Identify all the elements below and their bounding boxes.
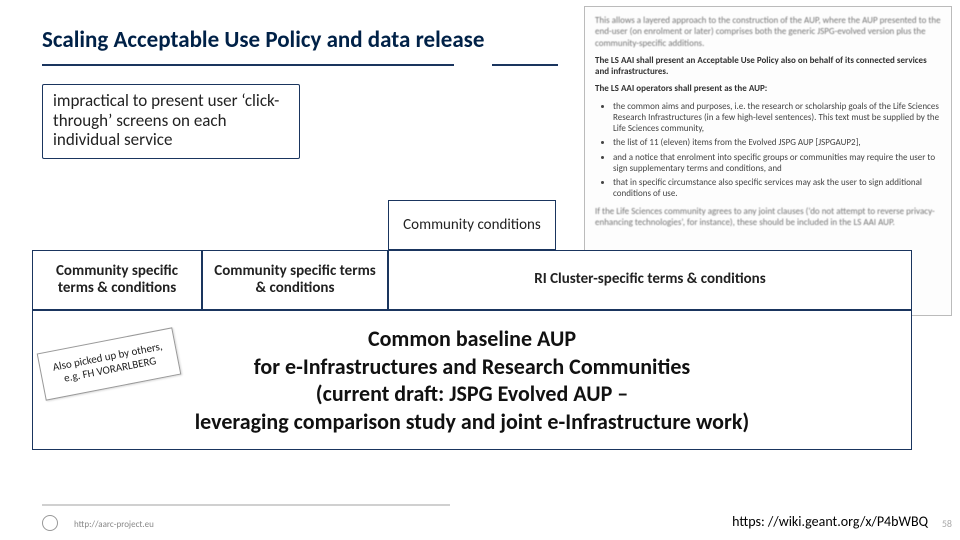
tier-community-conditions: Community conditions	[388, 200, 556, 250]
footer-wiki-link[interactable]: https: //wiki.geant.org/x/P4bWBQ	[732, 513, 928, 530]
footer-url[interactable]: http://aarc-project.eu	[74, 519, 154, 530]
slide: Scaling Acceptable Use Policy and data r…	[0, 0, 960, 540]
doc-bullet: the list of 11 (eleven) items from the E…	[613, 137, 941, 148]
doc-bullet: and a notice that enrolment into specifi…	[613, 152, 941, 175]
base-aup-text: Common baseline AUP for e-Infrastructure…	[195, 325, 749, 435]
title-underline-right	[492, 64, 558, 66]
tier-left: Community specific terms & conditions	[32, 250, 202, 310]
footer-divider	[42, 504, 450, 506]
tier-row: Community specific terms & conditions Co…	[32, 250, 912, 310]
doc-bullet: that in specific circumstance also speci…	[613, 177, 941, 200]
callout-box: impractical to present user ‘click-throu…	[42, 84, 300, 159]
doc-line1: The LS AAI shall present an Acceptable U…	[595, 55, 927, 77]
tier-mid: Community specific terms & conditions	[202, 250, 388, 310]
doc-bullet: the common aims and purposes, i.e. the r…	[613, 101, 941, 135]
doc-intro: This allows a layered approach to the co…	[595, 15, 941, 49]
aarc-logo-icon	[42, 514, 66, 532]
doc-outro: If the Life Sciences community agrees to…	[595, 206, 941, 229]
title-underline	[42, 64, 454, 66]
tier-right: RI Cluster-specific terms & conditions	[388, 250, 912, 310]
doc-line2: The LS AAI operators shall present as th…	[595, 83, 767, 94]
doc-bullet-list: the common aims and purposes, i.e. the r…	[613, 101, 941, 200]
page-number: 58	[942, 517, 952, 530]
slide-title: Scaling Acceptable Use Policy and data r…	[42, 26, 484, 54]
